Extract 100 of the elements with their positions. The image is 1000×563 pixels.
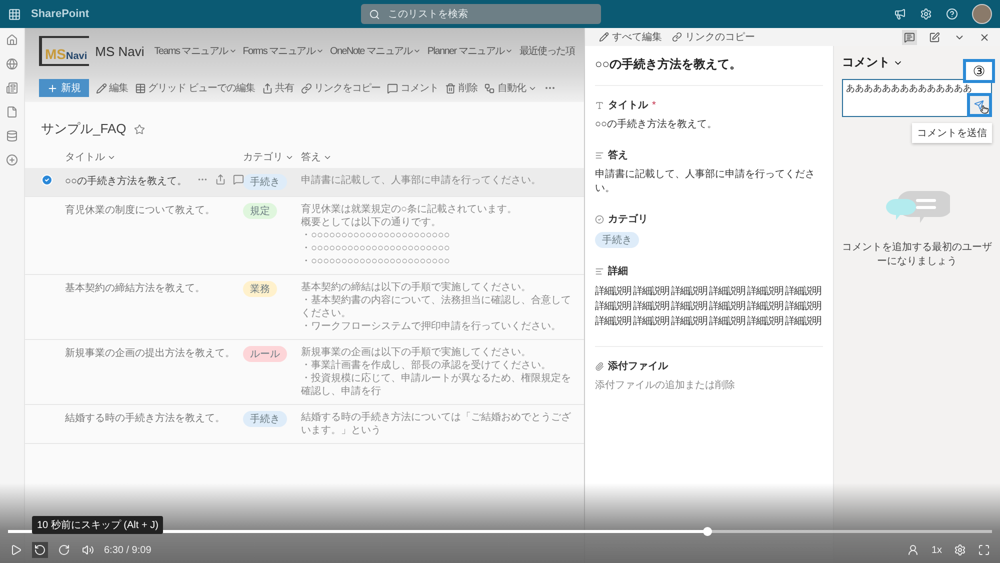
avatar[interactable] xyxy=(972,4,992,24)
comment-field[interactable]: ああああああああああああああ xyxy=(842,79,992,117)
detail-text: 詳細説明 xyxy=(709,300,745,313)
answer-text: ・事業計画書を作成し、部長の承認を受けてください。 xyxy=(301,359,552,372)
field-label: 添付ファイル xyxy=(608,360,668,373)
field-value: ○○の手続き方法を教えて。 xyxy=(595,118,718,132)
detail-text: 詳細説明 xyxy=(747,284,783,298)
close-icon xyxy=(979,32,990,42)
nav-item[interactable]: OneNote マニュアル xyxy=(330,44,422,58)
answer-text: ・○○○○○○○○○○○○○○○○○○○○○○○ xyxy=(301,229,451,242)
settings-icon[interactable] xyxy=(920,8,932,20)
comment-icon[interactable] xyxy=(233,174,244,185)
field-label: 答え xyxy=(608,148,628,162)
lines-icon xyxy=(595,150,604,160)
title-cell-text: 結婚する時の手続き方法を教えて。 xyxy=(65,412,225,426)
file-icon[interactable] xyxy=(6,106,18,118)
comments-toggle-button[interactable] xyxy=(902,30,917,44)
app-name[interactable]: SharePoint xyxy=(31,8,90,20)
command-button[interactable]: 自動化 xyxy=(484,81,537,95)
field-label: タイトル xyxy=(608,99,648,112)
title-cell-text: 新規事業の企画の提出方法を教えて。 xyxy=(65,346,235,361)
settings-icon xyxy=(954,544,966,556)
comment-icon xyxy=(904,32,915,42)
news-icon[interactable] xyxy=(6,82,18,94)
rewind-icon xyxy=(34,544,46,556)
required-mark: * xyxy=(652,100,656,110)
detail-text: 詳細説明 xyxy=(671,284,707,298)
answer-text: ・ワークフローシステムで押印申請を行っていください。 xyxy=(301,320,562,333)
lines-icon xyxy=(595,266,604,276)
pencil-icon xyxy=(599,32,609,42)
command-button[interactable]: グリッド ビューでの編集 xyxy=(135,81,255,95)
answer-text: ・○○○○○○○○○○○○○○○○○○○○○○○ xyxy=(301,255,451,268)
star-icon[interactable] xyxy=(134,124,146,134)
nav-item[interactable]: Forms マニュアル xyxy=(242,44,324,58)
check-circle-icon xyxy=(595,214,604,224)
command-button[interactable]: 編集 xyxy=(96,81,128,95)
database-icon[interactable] xyxy=(6,130,18,142)
search-field[interactable]: このリストを検索 xyxy=(361,4,602,24)
detail-text: 詳細説明 xyxy=(633,314,669,328)
command-button[interactable]: リンクをコピー xyxy=(300,81,380,95)
help-icon[interactable] xyxy=(946,8,958,20)
nav-item[interactable]: 最近使った項 xyxy=(519,44,574,58)
detail-text: 詳細説明 xyxy=(595,284,631,298)
send-icon xyxy=(974,100,984,110)
volume-icon xyxy=(82,544,94,556)
answer-text: 新規事業の企画は以下の手順で実施してください。 xyxy=(301,346,532,359)
speed-button[interactable]: 1x xyxy=(929,542,944,558)
person-icon xyxy=(907,544,920,556)
answer-text: ・投資規模に応じて、申請ルートが異なるため、権限規定を確認し、申請を行 xyxy=(301,372,572,398)
nav-item[interactable]: Teams マニュアル xyxy=(154,44,237,58)
plus-circle-icon[interactable] xyxy=(6,154,18,166)
chevron-down-icon xyxy=(505,47,514,55)
app-launcher-icon[interactable] xyxy=(8,8,21,20)
home-icon[interactable] xyxy=(6,34,18,46)
edit-all-button[interactable]: すべて編集 xyxy=(599,30,662,44)
item-title: ○○の手続き方法を教えて。 xyxy=(595,56,823,86)
chevron-down-icon xyxy=(316,47,324,55)
field-label: 詳細 xyxy=(608,264,628,278)
skip-forward-button[interactable] xyxy=(56,542,72,558)
column-header[interactable]: タイトル xyxy=(65,150,243,164)
share-icon[interactable] xyxy=(215,174,226,185)
empty-comments-message: コメントを追加する最初のユーザーになりましょう xyxy=(842,241,992,269)
command-button[interactable]: 削除 xyxy=(445,81,478,95)
hand-cursor-icon xyxy=(980,105,989,114)
megaphone-icon[interactable] xyxy=(894,8,906,20)
title-cell-text: ○○の手続き方法を教えて。 xyxy=(65,174,188,189)
detail-text: 詳細説明 xyxy=(747,300,783,313)
fullscreen-button[interactable] xyxy=(976,542,992,558)
selected-check-icon[interactable] xyxy=(41,174,53,186)
plus-icon xyxy=(47,82,58,94)
command-button[interactable]: 共有 xyxy=(262,81,294,95)
send-button[interactable] xyxy=(969,96,989,114)
detail-text: 詳細説明 xyxy=(671,314,707,328)
answer-text: ・基本契約書の内容について、法務担当に確認し、合意してください。 xyxy=(301,294,572,320)
chevron-down-icon xyxy=(413,47,422,55)
copy-link-button[interactable]: リンクのコピー xyxy=(672,30,755,44)
column-header[interactable]: 答え xyxy=(301,150,584,164)
play-icon xyxy=(10,544,22,556)
comments-title: コメント xyxy=(842,54,890,71)
pencil-square-icon xyxy=(929,32,940,42)
detail-text: 詳細説明 xyxy=(785,300,821,313)
category-tag: 手続き xyxy=(243,411,287,427)
globe-icon[interactable] xyxy=(6,58,18,70)
attachment-link[interactable]: 添付ファイルの追加または削除 xyxy=(595,379,823,393)
category-tag: 業務 xyxy=(243,281,277,297)
answer-text: 申請書に記載して、人事部に申請を行ってください。 xyxy=(301,174,542,187)
list-row[interactable]: ○○の手続き方法を教えて。 手続き 申請書に記載して、人事部に申請を行ってください。 xyxy=(25,168,584,197)
category-tag: 手続き xyxy=(595,232,639,248)
command-button[interactable]: コメント xyxy=(387,81,438,95)
settings-button[interactable] xyxy=(952,542,968,558)
highlight-frame xyxy=(967,93,992,117)
answer-text: 結婚する時の手続き方法については「ご結婚おめでとうございます。」という xyxy=(301,411,572,437)
share-icon xyxy=(262,82,273,94)
column-header[interactable]: カテゴリ xyxy=(243,150,301,164)
edit-form-button[interactable] xyxy=(927,30,942,44)
nav-item[interactable]: Planner マニュアル xyxy=(427,44,514,58)
new-button[interactable]: 新規 xyxy=(39,79,89,97)
pencil-icon xyxy=(96,82,107,94)
detail-text: 詳細説明 xyxy=(709,314,745,328)
tooltip: コメントを送信 xyxy=(912,123,992,143)
